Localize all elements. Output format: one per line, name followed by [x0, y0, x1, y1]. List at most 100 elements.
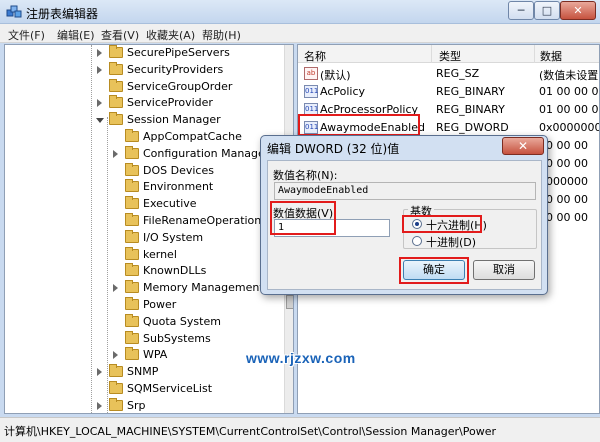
tree-item-label: WPA	[143, 348, 168, 362]
tree-item-label: SubSystems	[143, 331, 211, 345]
folder-icon	[109, 397, 123, 411]
dialog-close-button[interactable]: ✕	[502, 137, 544, 155]
window-title: 注册表编辑器	[26, 7, 99, 21]
tree-item-label: Power	[143, 298, 177, 311]
folder-icon	[125, 246, 139, 260]
tree-item-label: Environment	[143, 180, 214, 194]
folder-icon	[125, 229, 139, 243]
expand-arrow-icon[interactable]	[113, 351, 118, 360]
column-separator[interactable]	[431, 45, 432, 63]
folder-icon	[125, 330, 139, 344]
list-row[interactable]: ab (默认) REG_SZ (数值未设置)	[298, 65, 600, 83]
value-name-label: 数值名称(N):	[273, 169, 338, 182]
folder-icon	[109, 364, 123, 378]
folder-icon	[125, 162, 139, 176]
tree-item-label: SecurityProviders	[127, 62, 224, 76]
maximize-button[interactable]: □	[534, 1, 560, 20]
menu-bar: 文件(F) 编辑(E) 查看(V) 收藏夹(A) 帮助(H)	[0, 24, 600, 43]
menu-file[interactable]: 文件(F)	[8, 27, 45, 43]
list-row[interactable]: 011 AcPolicy REG_BINARY 01 00 00 00	[298, 83, 600, 101]
menu-view[interactable]: 查看(V)	[101, 27, 139, 43]
tree-item-label: ServiceGroupOrder	[127, 79, 233, 93]
row-type: REG_DWORD	[436, 121, 509, 134]
folder-icon	[125, 196, 139, 210]
tree-item-label: AppCompatCache	[143, 130, 242, 143]
annotation-box-ok-button	[399, 257, 469, 284]
tree-guide-line	[91, 45, 92, 413]
watermark-text: www.rjzxw.com	[246, 350, 356, 366]
annotation-box-value-data	[270, 201, 336, 235]
folder-icon	[125, 280, 139, 294]
menu-help[interactable]: 帮助(H)	[202, 27, 241, 43]
folder-icon	[125, 179, 139, 193]
binary-value-icon: 011	[304, 85, 318, 98]
row-type: REG_BINARY	[436, 103, 505, 116]
collapse-arrow-icon[interactable]	[96, 118, 104, 124]
tree-item-label: Memory Management	[143, 281, 264, 295]
tree-item-label: ServiceProvider	[127, 96, 213, 110]
status-path: 计算机\HKEY_LOCAL_MACHINE\SYSTEM\CurrentCon…	[4, 425, 497, 438]
folder-icon	[109, 381, 123, 394]
folder-icon	[109, 95, 123, 109]
row-data: 0x0000000	[539, 121, 600, 134]
menu-favorites[interactable]: 收藏夹(A)	[146, 27, 195, 43]
folder-icon	[125, 313, 139, 327]
tree-scrollbar-thumb[interactable]	[286, 295, 293, 309]
annotation-box-value-name	[298, 114, 420, 136]
close-button[interactable]: ✕	[560, 1, 596, 20]
row-data: 01 00 00 00	[539, 103, 600, 116]
tree-item-label: SNMP	[127, 365, 159, 379]
row-data: 01 00 00 00	[539, 85, 600, 98]
registry-editor-icon	[6, 5, 22, 18]
status-bar: 计算机\HKEY_LOCAL_MACHINE\SYSTEM\CurrentCon…	[0, 417, 600, 442]
menu-edit[interactable]: 编辑(E)	[57, 27, 95, 43]
tree-item-label: Configuration Manager	[143, 146, 270, 160]
folder-icon	[109, 45, 123, 58]
tree-item-label: SQMServiceList	[127, 382, 213, 395]
tree-guide-line	[107, 117, 108, 413]
row-type: REG_SZ	[436, 67, 480, 80]
minimize-button[interactable]: ─	[508, 1, 534, 20]
column-separator[interactable]	[534, 45, 535, 63]
tree-item-label: DOS Devices	[143, 163, 214, 177]
tree-item-label: Session Manager	[127, 113, 221, 127]
folder-icon	[125, 145, 139, 159]
dec-radio-label[interactable]: 十进制(D)	[426, 234, 476, 250]
expand-arrow-icon[interactable]	[113, 149, 118, 158]
expand-arrow-icon[interactable]	[97, 49, 102, 57]
column-header-data[interactable]: 数据	[540, 48, 562, 64]
cancel-button[interactable]: 取消	[473, 260, 535, 280]
column-header-type[interactable]: 类型	[439, 48, 461, 64]
string-value-icon: ab	[304, 67, 318, 80]
folder-icon	[125, 213, 139, 226]
expand-arrow-icon[interactable]	[97, 401, 102, 410]
folder-icon	[125, 297, 139, 310]
expand-arrow-icon[interactable]	[97, 368, 102, 377]
tree-item-label: SecurePipeServers	[127, 46, 230, 59]
row-type: REG_BINARY	[436, 85, 505, 98]
tree-item-label: Quota System	[143, 314, 221, 328]
tree-item-label: Executive	[143, 197, 197, 211]
folder-icon	[125, 129, 139, 142]
dec-radio-dot[interactable]	[412, 236, 422, 246]
dialog-title: 编辑 DWORD (32 位)值	[267, 142, 400, 156]
folder-icon	[109, 78, 123, 92]
row-name: AcPolicy	[320, 85, 366, 98]
tree-item-label: I/O System	[143, 230, 204, 244]
folder-icon	[109, 112, 123, 126]
row-name: (默认)	[320, 69, 351, 82]
expand-arrow-icon[interactable]	[113, 284, 118, 293]
folder-icon	[109, 61, 123, 75]
annotation-box-hex-radio	[402, 215, 482, 233]
expand-arrow-icon[interactable]	[97, 99, 102, 108]
column-header-name[interactable]: 名称	[304, 48, 326, 64]
folder-icon	[125, 263, 139, 277]
tree-item-label: Srp	[127, 398, 146, 412]
tree-item-label: kernel	[143, 247, 177, 261]
title-bar: 注册表编辑器 ─ □ ✕	[0, 0, 600, 24]
list-header: 名称 类型 数据	[298, 45, 599, 64]
expand-arrow-icon[interactable]	[97, 65, 102, 74]
tree-item-label: KnownDLLs	[143, 264, 207, 278]
tree-item-label: FileRenameOperations	[143, 214, 267, 227]
row-data: (数值未设置)	[539, 69, 600, 82]
